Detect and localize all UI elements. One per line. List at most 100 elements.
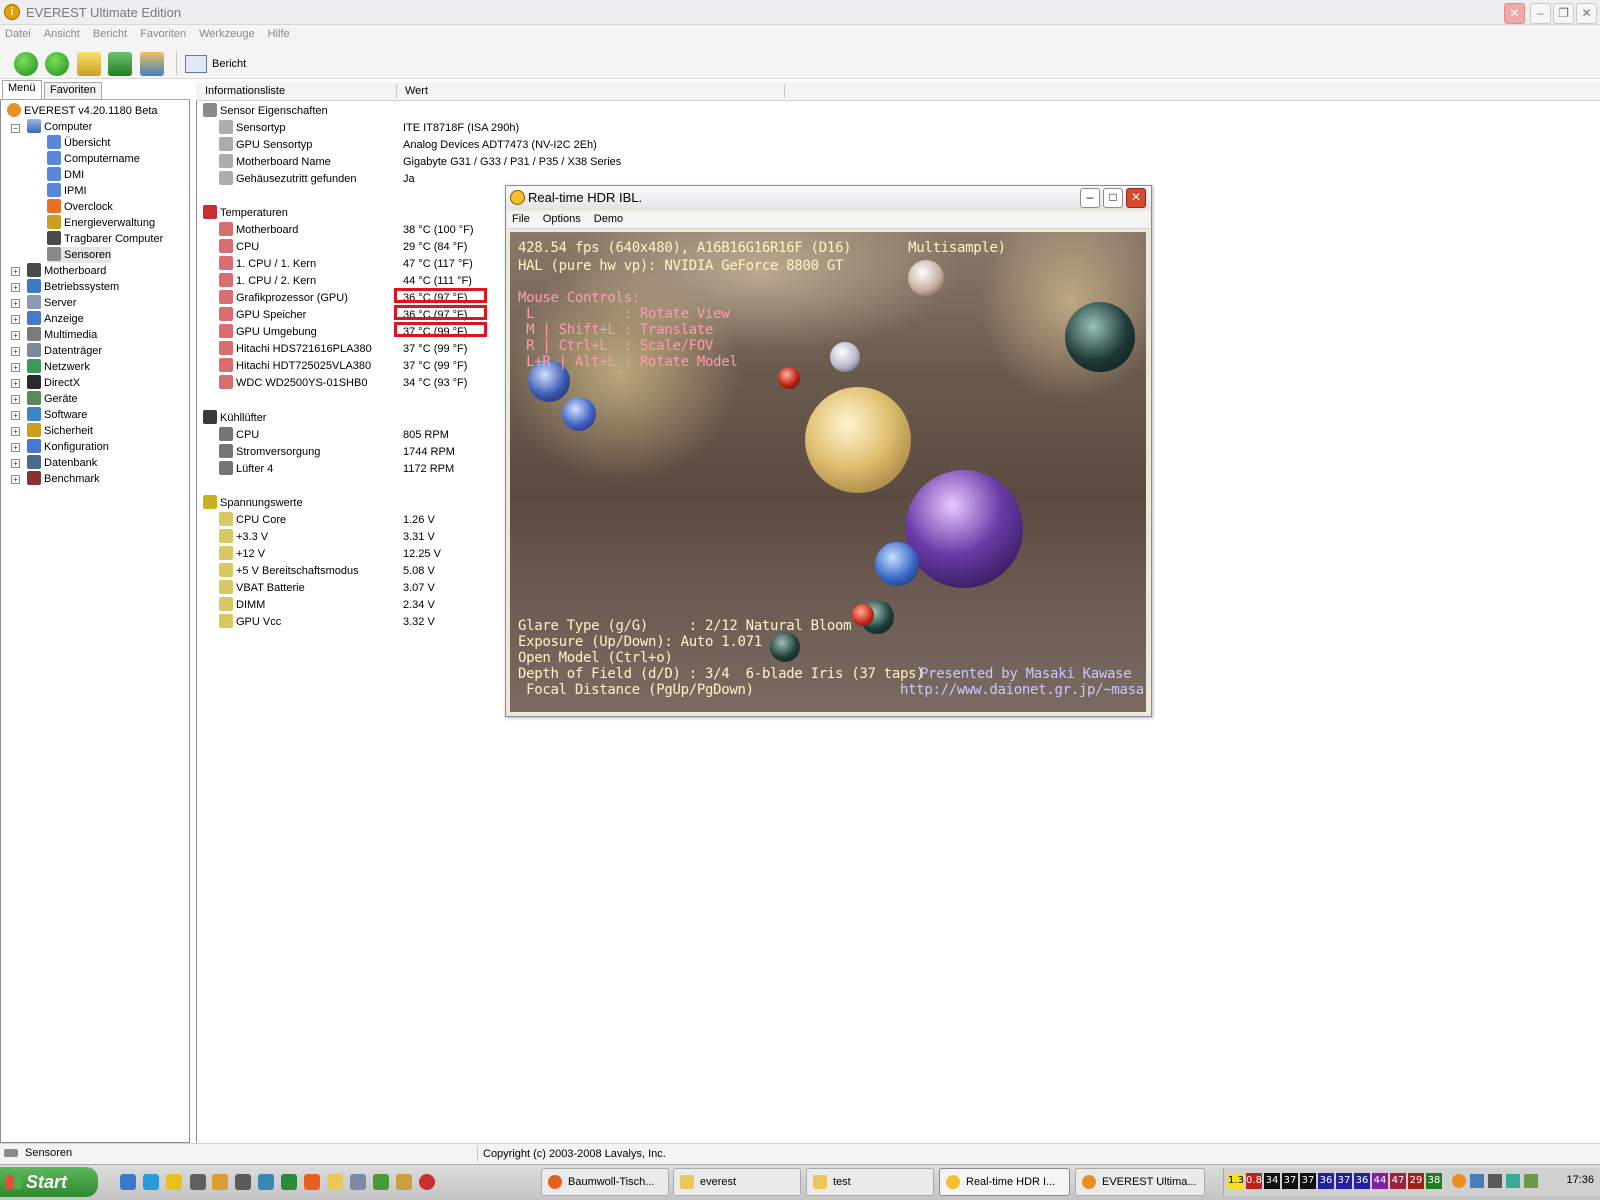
menu-favoriten[interactable]: Favoriten bbox=[135, 25, 191, 40]
expand-icon[interactable]: + bbox=[11, 299, 20, 308]
tree-item-anzeige[interactable]: Anzeige bbox=[27, 311, 84, 327]
task-button[interactable]: Real-time HDR I... bbox=[939, 1168, 1070, 1196]
list-item[interactable]: Motherboard bbox=[219, 222, 298, 239]
tray-sensor-value[interactable]: 37 bbox=[1336, 1173, 1352, 1189]
tree-item-datenbank[interactable]: Datenbank bbox=[27, 455, 97, 471]
task-button[interactable]: EVEREST Ultima... bbox=[1075, 1168, 1205, 1196]
list-item[interactable]: Hitachi HDS721616PLA380 bbox=[219, 341, 372, 358]
firefox-icon[interactable] bbox=[304, 1174, 320, 1190]
close-button[interactable]: ✕ bbox=[1504, 3, 1525, 24]
app-icon[interactable] bbox=[212, 1174, 228, 1190]
expand-icon[interactable]: + bbox=[11, 427, 20, 436]
tree-item-benchmark[interactable]: Benchmark bbox=[27, 471, 100, 487]
expand-icon[interactable]: + bbox=[11, 475, 20, 484]
tree-item-datenträger[interactable]: Datenträger bbox=[27, 343, 102, 359]
hdr-menu-options[interactable]: Options bbox=[538, 211, 586, 225]
info-icon[interactable] bbox=[1452, 1174, 1466, 1188]
users-icon[interactable] bbox=[140, 52, 164, 76]
refresh-icon[interactable] bbox=[108, 52, 132, 76]
list-item[interactable]: GPU Speicher bbox=[219, 307, 306, 324]
hdr-minimize-button[interactable]: – bbox=[1080, 188, 1100, 208]
column-header-value[interactable]: Wert bbox=[405, 85, 428, 97]
list-item[interactable]: Hitachi HDT725025VLA380 bbox=[219, 358, 371, 375]
tree-item-motherboard[interactable]: Motherboard bbox=[27, 263, 106, 279]
list-item[interactable]: 1. CPU / 1. Kern bbox=[219, 256, 316, 273]
tray-sensor-value[interactable]: 36 bbox=[1354, 1173, 1370, 1189]
tab-favorites[interactable]: Favoriten bbox=[44, 82, 102, 99]
list-item[interactable]: DIMM bbox=[219, 597, 265, 614]
tree-item-computername[interactable]: Computername bbox=[47, 151, 140, 167]
restore-button[interactable]: ❐ bbox=[1553, 3, 1574, 24]
list-item[interactable]: Lüfter 4 bbox=[219, 461, 273, 478]
tree-item-software[interactable]: Software bbox=[27, 407, 87, 423]
tree-item-sensoren[interactable]: Sensoren bbox=[47, 247, 112, 263]
list-item[interactable]: Motherboard Name bbox=[219, 154, 331, 171]
tool-icon[interactable] bbox=[190, 1174, 206, 1190]
forward-arrow-icon[interactable] bbox=[45, 52, 69, 76]
list-item[interactable]: +12 V bbox=[219, 546, 265, 563]
list-item[interactable]: CPU bbox=[219, 427, 259, 444]
calc-icon[interactable] bbox=[373, 1174, 389, 1190]
tree-item-betriebssystem[interactable]: Betriebssystem bbox=[27, 279, 119, 295]
tree-item-ipmi[interactable]: IPMI bbox=[47, 183, 87, 199]
tree-item-tragbarer-computer[interactable]: Tragbarer Computer bbox=[47, 231, 163, 247]
tray-sensor-value[interactable]: 38 bbox=[1426, 1173, 1442, 1189]
column-divider[interactable] bbox=[784, 84, 785, 98]
tree-root[interactable]: EVEREST v4.20.1180 Beta bbox=[7, 103, 158, 119]
expand-icon[interactable]: + bbox=[11, 267, 20, 276]
hdr-maximize-button[interactable]: □ bbox=[1103, 188, 1123, 208]
network-icon[interactable] bbox=[1506, 1174, 1520, 1188]
column-header-name[interactable]: Informationsliste bbox=[205, 85, 285, 97]
media-icon[interactable] bbox=[166, 1174, 182, 1190]
expand-icon[interactable]: + bbox=[11, 363, 20, 372]
expand-icon[interactable]: + bbox=[11, 443, 20, 452]
tree-item-dmi[interactable]: DMI bbox=[47, 167, 84, 183]
task-button[interactable]: Baumwoll-Tisch... bbox=[541, 1168, 669, 1196]
minimize-button[interactable]: – bbox=[1530, 3, 1551, 24]
list-item[interactable]: CPU bbox=[219, 239, 259, 256]
monitor-icon[interactable] bbox=[1470, 1174, 1484, 1188]
list-item[interactable]: GPU Sensortyp bbox=[219, 137, 312, 154]
tray-sensor-value[interactable]: 0.8 bbox=[1246, 1173, 1262, 1189]
list-item[interactable]: CPU Core bbox=[219, 512, 286, 529]
tray-sensor-value[interactable]: 36 bbox=[1318, 1173, 1334, 1189]
tray-sensor-value[interactable]: 1.3 bbox=[1228, 1173, 1244, 1189]
expand-icon[interactable]: + bbox=[11, 411, 20, 420]
start-button[interactable]: Start bbox=[0, 1167, 98, 1197]
collapse-icon[interactable]: − bbox=[11, 124, 20, 133]
list-item[interactable]: WDC WD2500YS-01SHB0 bbox=[219, 375, 367, 392]
tray-sensor-value[interactable]: 47 bbox=[1390, 1173, 1406, 1189]
excel-icon[interactable] bbox=[281, 1174, 297, 1190]
globe-icon[interactable] bbox=[143, 1174, 159, 1190]
hdr-menu-file[interactable]: File bbox=[507, 211, 535, 225]
hdr-render-view[interactable]: 428.54 fps (640x480), A16B16G16R16F (D16… bbox=[510, 232, 1146, 712]
list-item[interactable]: +3.3 V bbox=[219, 529, 268, 546]
list-item[interactable]: 1. CPU / 2. Kern bbox=[219, 273, 316, 290]
tray-sensor-value[interactable]: 37 bbox=[1300, 1173, 1316, 1189]
list-item[interactable]: VBAT Batterie bbox=[219, 580, 305, 597]
menu-datei[interactable]: Datei bbox=[0, 25, 36, 40]
hdr-close-button[interactable]: ✕ bbox=[1126, 188, 1146, 208]
hdr-menu-demo[interactable]: Demo bbox=[589, 211, 628, 225]
tree-item-netzwerk[interactable]: Netzwerk bbox=[27, 359, 90, 375]
console-icon[interactable] bbox=[235, 1174, 251, 1190]
tree-item-geräte[interactable]: Geräte bbox=[27, 391, 78, 407]
tray-sensor-value[interactable]: 37 bbox=[1282, 1173, 1298, 1189]
tray-sensor-value[interactable]: 44 bbox=[1372, 1173, 1388, 1189]
close-window-button[interactable]: ✕ bbox=[1576, 3, 1597, 24]
expand-icon[interactable]: + bbox=[11, 283, 20, 292]
ie-icon[interactable] bbox=[120, 1174, 136, 1190]
menu-ansicht[interactable]: Ansicht bbox=[39, 25, 85, 40]
menu-werkzeuge[interactable]: Werkzeuge bbox=[194, 25, 259, 40]
tab-menu[interactable]: Menü bbox=[2, 80, 42, 99]
tree-item-computer[interactable]: Computer bbox=[27, 119, 92, 135]
expand-icon[interactable]: + bbox=[11, 459, 20, 468]
tray-sensor-value[interactable]: 29 bbox=[1408, 1173, 1424, 1189]
column-divider[interactable] bbox=[396, 84, 397, 98]
expand-icon[interactable]: + bbox=[11, 315, 20, 324]
list-item[interactable]: GPU Umgebung bbox=[219, 324, 317, 341]
menu-bericht[interactable]: Bericht bbox=[88, 25, 132, 40]
window-icon[interactable] bbox=[350, 1174, 366, 1190]
expand-icon[interactable]: + bbox=[11, 331, 20, 340]
task-button[interactable]: everest bbox=[673, 1168, 801, 1196]
